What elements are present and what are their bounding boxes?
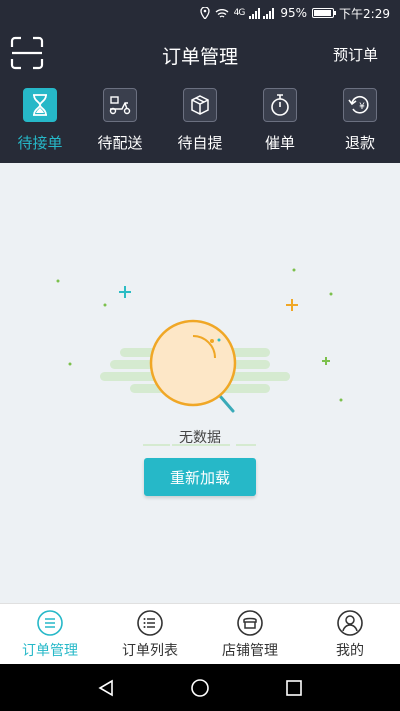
package-icon (191, 95, 209, 115)
nav-label: 店铺管理 (222, 643, 278, 659)
nav-label: 订单管理 (22, 643, 78, 659)
shop-icon (237, 610, 263, 636)
status-time: 下午2:29 (339, 6, 390, 21)
nav-order-management[interactable]: 订单管理 (0, 604, 100, 664)
empty-search-illustration (56, 268, 343, 446)
battery-percent: 95% (280, 6, 308, 20)
network-type: 4G (233, 8, 246, 18)
tab-label: 催单 (264, 134, 295, 152)
svg-text:¥: ¥ (359, 102, 365, 112)
tab-label: 待接单 (17, 134, 63, 152)
nav-order-list[interactable]: 订单列表 (100, 604, 200, 664)
bottom-navigation: 订单管理 订单列表 店铺管理 我的 (0, 603, 400, 664)
refund-icon: ¥ (348, 96, 369, 114)
tab-refund[interactable]: ¥ 退款 (320, 88, 400, 153)
order-status-tabs: 待接单 待配送 待自提 催单 ¥ 退款 (0, 88, 400, 153)
empty-message: 无数据 (179, 430, 221, 446)
tab-urge[interactable]: 催单 (240, 88, 320, 153)
wifi-icon (215, 8, 229, 18)
tab-pending-accept[interactable]: 待接单 (0, 88, 80, 153)
nav-shop-management[interactable]: 店铺管理 (200, 604, 300, 664)
tab-label: 待自提 (177, 134, 223, 152)
battery-icon (312, 8, 337, 18)
recents-icon[interactable] (285, 679, 303, 697)
tab-label: 退款 (344, 134, 375, 152)
home-icon[interactable] (190, 678, 210, 698)
tab-pending-pickup[interactable]: 待自提 (160, 88, 240, 153)
reload-button[interactable]: 重新加载 (144, 458, 256, 496)
order-manage-icon (37, 610, 63, 636)
tab-pending-delivery[interactable]: 待配送 (80, 88, 160, 153)
order-list-icon (137, 610, 163, 636)
status-bar: 4G 95% 下午2:29 (0, 0, 400, 26)
app-header: 订单管理 预订单 待接单 待配送 待自提 催单 ¥ 退款 (0, 26, 400, 163)
nav-label: 我的 (336, 643, 364, 659)
preorder-button[interactable]: 预订单 (333, 44, 378, 65)
nav-label: 订单列表 (122, 643, 178, 659)
scooter-icon (109, 96, 131, 115)
tab-label: 待配送 (97, 134, 143, 152)
system-navigation-bar (0, 664, 400, 711)
user-icon (337, 610, 363, 636)
stopwatch-icon (271, 94, 289, 116)
signal-icon (249, 7, 275, 19)
nav-mine[interactable]: 我的 (300, 604, 400, 664)
hourglass-icon (33, 94, 47, 116)
location-icon (200, 7, 210, 19)
empty-state: 无数据 重新加载 (0, 163, 400, 603)
back-icon[interactable] (97, 679, 115, 697)
